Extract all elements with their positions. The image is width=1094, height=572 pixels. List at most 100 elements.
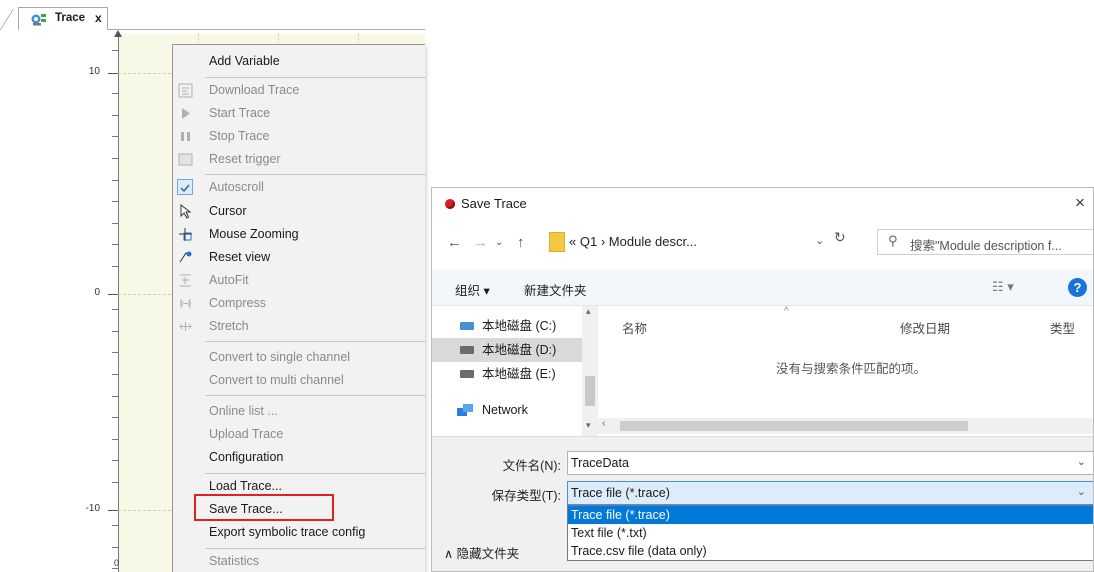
menu-item-start-trace[interactable]: Start Trace [173, 102, 426, 125]
menu-item-export-symbolic-trace-config[interactable]: Export symbolic trace config [173, 521, 426, 544]
save-type-select[interactable]: Trace file (*.trace) ⌄ [567, 481, 1093, 505]
nav-item-label: 本地磁盘 (C:) [482, 319, 557, 333]
menu-item-label: Download Trace [209, 83, 300, 97]
breadcrumb-overflow[interactable]: « [569, 234, 576, 249]
y-minor-tick [112, 50, 118, 51]
menu-item-label: Statistics [209, 554, 260, 568]
organize-button[interactable]: 组织 ▾ [455, 280, 490, 299]
menu-item-reset-trigger[interactable]: Reset trigger [173, 148, 426, 171]
drive-icon [460, 322, 474, 330]
checkmark-icon [177, 179, 193, 195]
recent-dropdown-icon[interactable]: ⌄ [495, 237, 503, 248]
nav-item-drive-e[interactable]: 本地磁盘 (E:) [432, 362, 582, 386]
close-icon[interactable]: × [1071, 192, 1089, 214]
chevron-down-icon[interactable]: ⌄ [1077, 455, 1086, 468]
y-minor-tick [112, 93, 118, 95]
scroll-up-icon[interactable]: ▴ [586, 306, 591, 317]
menu-item-autofit[interactable]: AutoFit [173, 269, 426, 292]
tab-trace-label: Trace [55, 12, 86, 24]
address-bar[interactable]: « Q1 › Module descr... ⌄ [547, 229, 867, 255]
y-tick-label: 0 [94, 287, 100, 298]
network-icon [457, 404, 473, 416]
menu-separator [205, 548, 426, 549]
menu-item-convert-multi-channel[interactable]: Convert to multi channel [173, 369, 426, 392]
scroll-thumb[interactable] [620, 421, 968, 431]
menu-separator [205, 174, 426, 175]
menu-item-stretch[interactable]: Stretch [173, 315, 426, 338]
column-header-type[interactable]: 类型 [1050, 318, 1075, 337]
y-minor-tick [112, 546, 118, 548]
nav-item-network[interactable]: Network [432, 398, 582, 422]
search-input[interactable]: ⚲ 搜索"Module description f... [877, 229, 1093, 255]
up-arrow-icon[interactable]: ↑ [517, 234, 525, 251]
menu-item-mouse-zooming[interactable]: Mouse Zooming [173, 223, 426, 246]
file-name-field[interactable]: TraceData ⌄ [567, 451, 1093, 475]
chevron-down-icon[interactable]: ⌄ [1077, 485, 1086, 498]
horizontal-scrollbar[interactable]: ‹ [598, 418, 1093, 434]
file-list[interactable]: 名称 ^ 修改日期 类型 没有与搜索条件匹配的项。 ‹ [598, 306, 1093, 436]
tab-close-icon[interactable]: x [95, 8, 102, 29]
dialog-title: Save Trace [461, 196, 527, 211]
nav-item-label: 本地磁盘 (D:) [482, 343, 557, 357]
y-minor-tick [112, 395, 118, 397]
menu-item-label: Mouse Zooming [209, 227, 299, 241]
hide-folders-label: 隐藏文件夹 [456, 547, 520, 561]
dropdown-option[interactable]: Trace file (*.trace) [568, 506, 1093, 524]
menu-item-label: Cursor [209, 204, 247, 218]
forward-arrow-icon[interactable]: → [473, 234, 488, 251]
menu-item-upload-trace[interactable]: Upload Trace [173, 423, 426, 446]
y-minor-tick [112, 309, 118, 311]
y-tick-label: 10 [88, 66, 100, 77]
hide-folders-toggle[interactable]: ∧ 隐藏文件夹 [444, 543, 519, 562]
breadcrumb-item[interactable]: Module descr... [609, 234, 697, 249]
menu-item-configuration[interactable]: Configuration [173, 446, 426, 469]
menu-item-download-trace[interactable]: Download Trace [173, 79, 426, 102]
column-header-name[interactable]: 名称 [622, 318, 647, 337]
menu-item-online-list[interactable]: Online list ... [173, 400, 426, 423]
y-minor-tick [112, 136, 118, 138]
download-trace-icon [178, 83, 193, 98]
menu-item-reset-view[interactable]: Reset view [173, 246, 426, 269]
y-minor-tick [112, 158, 118, 159]
nav-item-drive-d[interactable]: 本地磁盘 (D:) [432, 338, 582, 362]
empty-message: 没有与搜索条件匹配的项。 [776, 362, 927, 376]
refresh-icon[interactable]: ↻ [834, 229, 846, 246]
menu-item-label: Start Trace [209, 106, 271, 120]
y-minor-tick [112, 266, 118, 267]
menu-item-autoscroll[interactable]: Autoscroll [173, 176, 426, 199]
y-minor-tick [112, 179, 118, 181]
address-row: ← → ⌄ ↑ « Q1 › Module descr... ⌄ ↻ ⚲ 搜索"… [432, 226, 1093, 260]
menu-item-statistics[interactable]: Statistics [173, 550, 426, 572]
help-icon[interactable]: ? [1068, 278, 1087, 297]
y-axis-arrow-icon [114, 30, 122, 37]
menu-item-convert-single-channel[interactable]: Convert to single channel [173, 346, 426, 369]
y-minor-tick [112, 244, 118, 246]
dialog-bottom-panel: 文件名(N): TraceData ⌄ 保存类型(T): Trace file … [432, 436, 1093, 571]
menu-item-compress[interactable]: Compress [173, 292, 426, 315]
scroll-left-icon[interactable]: ‹ [602, 418, 605, 429]
back-arrow-icon[interactable]: ← [447, 234, 462, 251]
menu-item-cursor[interactable]: Cursor [173, 200, 426, 223]
chevron-down-icon[interactable]: ⌄ [815, 234, 824, 247]
scroll-thumb[interactable] [585, 376, 595, 406]
menu-item-stop-trace[interactable]: Stop Trace [173, 125, 426, 148]
breadcrumb-item[interactable]: Q1 [580, 234, 597, 249]
y-minor-tick [112, 114, 118, 116]
save-trace-dialog: Save Trace × ← → ⌄ ↑ « Q1 › Module descr… [431, 187, 1094, 572]
menu-item-add-variable[interactable]: Add Variable [173, 50, 426, 73]
tab-trace[interactable]: Trace x [18, 7, 108, 30]
y-minor-tick [112, 374, 118, 375]
nav-scrollbar[interactable]: ▴ ▾ [582, 306, 598, 436]
menu-separator [205, 77, 426, 78]
save-trace-highlight [194, 494, 334, 521]
column-header-modified[interactable]: 修改日期 [900, 318, 950, 337]
view-options-icon[interactable]: ☷ ▾ [992, 279, 1014, 295]
dropdown-option[interactable]: Trace.csv file (data only) [568, 542, 1093, 560]
dialog-titlebar[interactable]: Save Trace × [432, 188, 1093, 220]
scroll-down-icon[interactable]: ▾ [586, 420, 591, 431]
drive-icon [460, 346, 474, 354]
new-folder-button[interactable]: 新建文件夹 [524, 280, 587, 299]
y-major-tick [108, 510, 118, 511]
dropdown-option[interactable]: Text file (*.txt) [568, 524, 1093, 542]
nav-item-drive-c[interactable]: 本地磁盘 (C:) [432, 314, 582, 338]
